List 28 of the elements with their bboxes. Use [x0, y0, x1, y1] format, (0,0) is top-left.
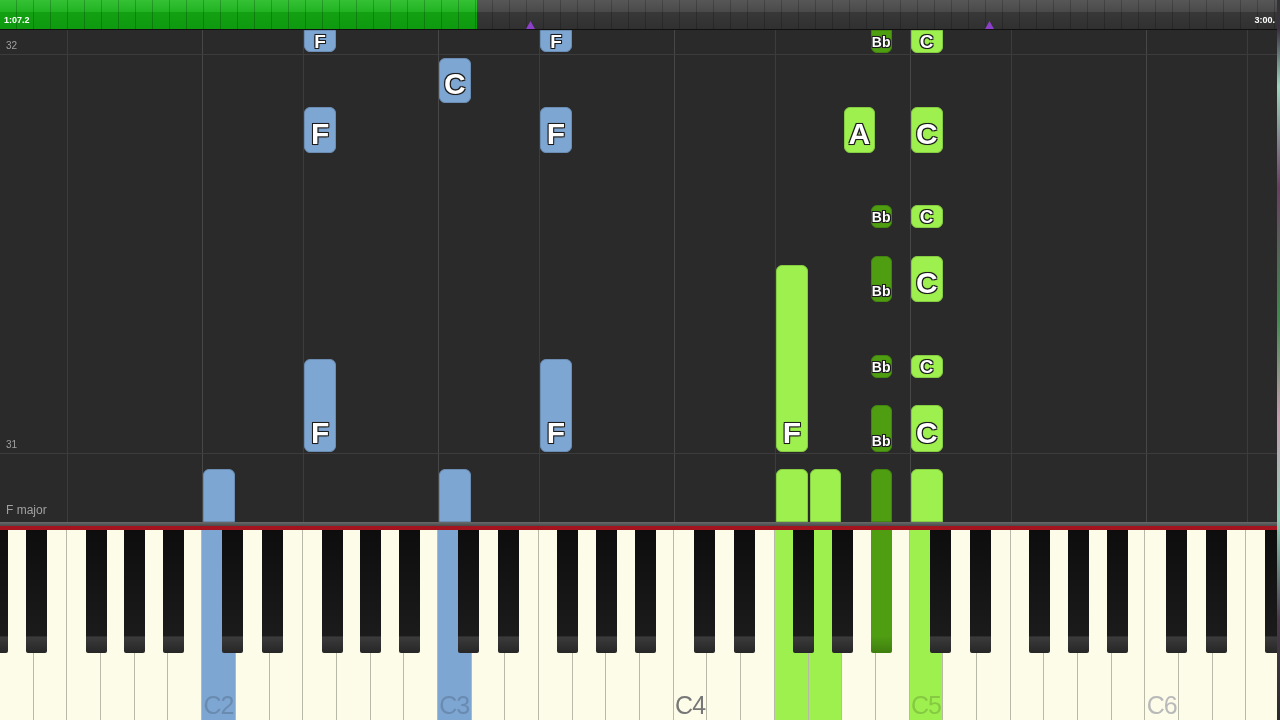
end-time: 3:00.	[1254, 15, 1275, 25]
progress-track[interactable]	[0, 0, 1280, 29]
note-label: C	[915, 418, 938, 448]
note-label: Bb	[871, 34, 891, 49]
note-label: F	[546, 418, 566, 448]
note-label: F	[550, 31, 562, 51]
note-label: Bb	[871, 209, 891, 224]
note-label: C	[915, 268, 938, 298]
note-label: F	[310, 418, 330, 448]
note-label: C	[919, 207, 934, 226]
note-label: C	[444, 69, 466, 99]
note-label: F	[310, 119, 330, 149]
note-label: Bb	[871, 284, 891, 298]
note-label: C	[919, 357, 934, 376]
note-label: A	[848, 119, 871, 149]
note-label: C	[915, 119, 938, 149]
note-label: C	[919, 32, 934, 51]
note-label: Bb	[871, 359, 891, 374]
elapsed-time: 1:07.2	[4, 15, 30, 25]
key-signature-label: F major	[6, 503, 47, 517]
measure-number: 31	[6, 439, 18, 450]
measure-number: 32	[6, 40, 18, 51]
key-label: C4	[675, 692, 706, 718]
note-label: Bb	[871, 434, 891, 448]
note-label: F	[782, 418, 802, 448]
key-label: C6	[1146, 692, 1177, 718]
note-label: F	[546, 119, 566, 149]
note-label: F	[314, 31, 326, 51]
